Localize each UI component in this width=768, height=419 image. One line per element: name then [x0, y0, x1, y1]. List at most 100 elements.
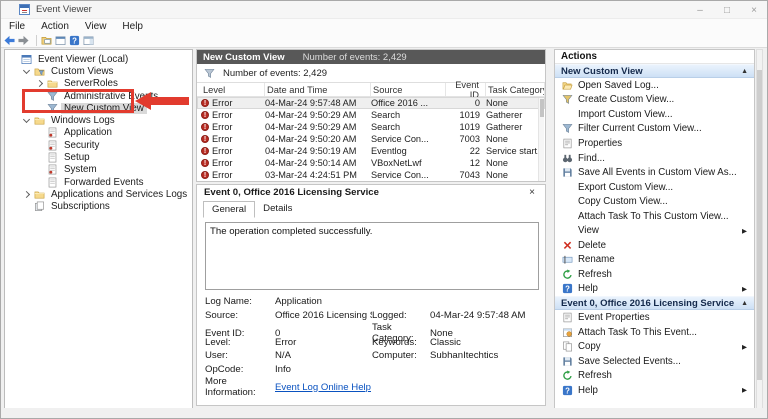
action-save-selected-events[interactable]: Save Selected Events... [555, 354, 754, 369]
svg-text:?: ? [565, 285, 570, 294]
action-filter-current-custom-view[interactable]: Filter Current Custom View... [555, 122, 754, 137]
detail-field-row: Event ID:0Task Category:None [197, 322, 545, 336]
toolbar-action-pane-button[interactable] [83, 34, 96, 47]
detail-field-row: User:N/AComputer:SubhanItechtics [197, 349, 545, 363]
event-viewer-window: Event Viewer – □ × FileActionViewHelp ? … [0, 0, 768, 419]
collapse-icon[interactable]: ▲ [741, 68, 748, 75]
maximize-button[interactable]: □ [720, 5, 734, 16]
event-message: The operation completed successfully. [205, 222, 539, 290]
action-delete[interactable]: Delete [555, 238, 754, 253]
action-find[interactable]: Find... [555, 151, 754, 166]
table-row[interactable]: !Error04-Mar-24 9:50:19 AMEventlog22Serv… [197, 145, 545, 157]
field-label: User: [205, 350, 275, 361]
table-row[interactable]: !Error04-Mar-24 9:50:29 AMSearch1019Gath… [197, 109, 545, 121]
tree-item-system[interactable]: System [5, 164, 192, 176]
save-icon [561, 167, 573, 179]
action-export-custom-view[interactable]: Export Custom View... [555, 180, 754, 195]
cell-level: !Error [201, 146, 265, 156]
action-copy[interactable]: Copy▶ [555, 339, 754, 354]
cell-task-category: None [486, 170, 545, 180]
menu-help[interactable]: Help [114, 21, 151, 32]
events-table-scrollbar[interactable] [538, 98, 544, 182]
tree-item-windows-logs[interactable]: Windows Logs [5, 114, 192, 126]
tree-item-label: Subscriptions [48, 201, 113, 212]
expander-down-icon[interactable] [23, 67, 30, 74]
table-row[interactable]: !Error03-Mar-24 4:24:51 PMService Con...… [197, 169, 545, 181]
action-attach-task-to-this-custom-view[interactable]: Attach Task To This Custom View... [555, 209, 754, 224]
action-attach-task-to-this-event[interactable]: Attach Task To This Event... [555, 325, 754, 340]
action-label: Save Selected Events... [578, 356, 681, 367]
collapse-icon[interactable]: ▲ [741, 300, 748, 307]
save-icon [561, 355, 573, 367]
annotation-arrow-head [135, 92, 151, 110]
cell-event-id: 0 [446, 98, 486, 108]
cell-task-category: None [486, 158, 545, 168]
action-label: Import Custom View... [578, 109, 673, 120]
action-help[interactable]: ?Help▶ [555, 282, 754, 297]
action-open-saved-log[interactable]: Open Saved Log... [555, 78, 754, 93]
tab-general[interactable]: General [203, 201, 255, 218]
event-log-online-help-link[interactable]: Event Log Online Help [275, 382, 372, 393]
expander-down-icon[interactable] [23, 116, 30, 123]
tree-item-setup[interactable]: Setup [5, 151, 192, 163]
actions-scrollbar[interactable] [756, 49, 763, 409]
level-text: Error [212, 146, 232, 156]
action-label: Properties [578, 138, 622, 149]
minimize-button[interactable]: – [693, 5, 707, 16]
blank-icon [561, 225, 573, 237]
action-refresh[interactable]: Refresh [555, 368, 754, 383]
cell-task-category: None [486, 98, 545, 108]
forward-arrow-icon [17, 34, 29, 46]
close-button[interactable]: × [747, 5, 761, 16]
column-header-source[interactable]: Source [371, 83, 446, 96]
detail-field-row: More Information:Event Log Online Help [197, 376, 545, 390]
action-help[interactable]: ?Help▶ [555, 383, 754, 398]
actions-section-new-custom-view[interactable]: New Custom View▲ [555, 64, 754, 78]
tree-item-forwarded-events[interactable]: Forwarded Events [5, 176, 192, 188]
column-header-date-and-time[interactable]: Date and Time [265, 83, 371, 96]
action-properties[interactable]: Properties [555, 136, 754, 151]
column-header-event-id[interactable]: Event ID [446, 83, 486, 96]
expander-right-icon[interactable] [36, 80, 43, 87]
tree-item-subscriptions[interactable]: Subscriptions [5, 201, 192, 213]
action-copy-custom-view[interactable]: Copy Custom View... [555, 194, 754, 209]
actions-section-event-0-office-2016-licensing-service[interactable]: Event 0, Office 2016 Licensing Service▲ [555, 296, 754, 310]
tree-item-label: Windows Logs [48, 115, 118, 126]
tree-item-custom-views[interactable]: Custom Views [5, 65, 192, 77]
no-expander [11, 57, 16, 62]
tree-item-event-viewer-local[interactable]: Event Viewer (Local) [5, 53, 192, 65]
table-row[interactable]: !Error04-Mar-24 9:57:48 AMOffice 2016 ..… [197, 97, 545, 109]
table-row[interactable]: !Error04-Mar-24 9:50:29 AMSearch1019Gath… [197, 121, 545, 133]
menu-file[interactable]: File [1, 21, 33, 32]
menu-action[interactable]: Action [33, 21, 77, 32]
event-detail-fields: Log Name:ApplicationSource:Office 2016 L… [197, 295, 545, 390]
action-label: Rename [578, 254, 615, 265]
action-import-custom-view[interactable]: Import Custom View... [555, 107, 754, 122]
column-header-level[interactable]: Level [201, 83, 265, 96]
toolbar-forward-arrow-button[interactable] [18, 34, 31, 47]
tree-item-applications-and-services-logs[interactable]: Applications and Services Logs [5, 188, 192, 200]
action-save-all-events-in-custom-view-as[interactable]: Save All Events in Custom View As... [555, 165, 754, 180]
action-refresh[interactable]: Refresh [555, 267, 754, 282]
svg-text:?: ? [72, 36, 77, 45]
column-header-task-category[interactable]: Task Category [486, 83, 545, 96]
action-create-custom-view[interactable]: Create Custom View... [555, 93, 754, 108]
tab-details[interactable]: Details [255, 201, 300, 218]
detail-close-icon[interactable]: × [526, 187, 538, 198]
tree-item-security[interactable]: Security [5, 139, 192, 151]
toolbar-back-arrow-button[interactable] [4, 34, 17, 47]
action-view[interactable]: View▶ [555, 223, 754, 238]
toolbar-console-tree-button[interactable] [41, 34, 54, 47]
toolbar-console-window-button[interactable] [55, 34, 68, 47]
table-row[interactable]: !Error04-Mar-24 9:50:20 AMService Con...… [197, 133, 545, 145]
expander-right-icon[interactable] [23, 191, 30, 198]
action-event-properties[interactable]: Event Properties [555, 310, 754, 325]
tree-item-label: Applications and Services Logs [48, 189, 190, 200]
menu-view[interactable]: View [77, 21, 115, 32]
subscriptions-icon [33, 201, 45, 213]
action-rename[interactable]: Rename [555, 253, 754, 268]
tree-item-application[interactable]: Application [5, 127, 192, 139]
table-row[interactable]: !Error04-Mar-24 9:50:14 AMVBoxNetLwf12No… [197, 157, 545, 169]
toolbar-help-button[interactable]: ? [69, 34, 82, 47]
tree-item-label: Custom Views [48, 66, 116, 77]
